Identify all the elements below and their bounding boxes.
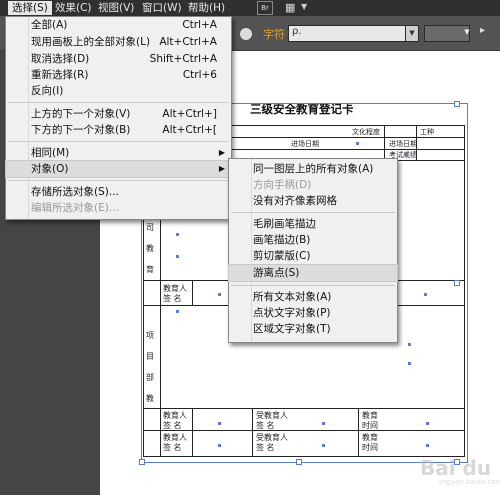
submenu-item-bristle-brush[interactable]: 毛刷画笔描边 bbox=[229, 216, 397, 232]
menu-separator bbox=[8, 180, 229, 181]
anchor-point[interactable] bbox=[322, 444, 325, 447]
menu-item-label: 相同(M) bbox=[31, 147, 70, 159]
anchor-point[interactable] bbox=[176, 233, 179, 236]
menu-separator bbox=[8, 102, 229, 103]
menu-item-label: 反向(I) bbox=[31, 85, 64, 97]
menu-effect[interactable]: 效果(C) bbox=[51, 1, 96, 15]
menu-item-label: 全部(A) bbox=[31, 19, 68, 31]
menu-item-label: 剪切蒙版(C) bbox=[253, 250, 311, 262]
menu-bar: 选择(S) 效果(C) 视图(V) 窗口(W) 帮助(H) Br ▦ ▼ bbox=[0, 0, 500, 16]
menu-item-label: 方向手柄(D) bbox=[253, 179, 312, 191]
submenu-item-brush-strokes[interactable]: 画笔描边(B) bbox=[229, 232, 397, 248]
submenu-item-direction-handles: 方向手柄(D) bbox=[229, 177, 397, 193]
anchor-point[interactable] bbox=[426, 422, 429, 425]
anchor-point[interactable] bbox=[176, 310, 179, 313]
menu-separator bbox=[8, 141, 229, 142]
selection-handle[interactable] bbox=[296, 459, 302, 465]
submenu-item-area-text[interactable]: 区域文字对象(T) bbox=[229, 321, 397, 337]
stroke-circle-icon[interactable] bbox=[240, 28, 252, 40]
submenu-item-stray-points[interactable]: 游离点(S) bbox=[228, 264, 398, 282]
menu-item-label: 没有对齐像素网格 bbox=[253, 195, 337, 207]
menu-item-object[interactable]: 对象(O) ▶ bbox=[5, 160, 232, 178]
menu-item-label: 毛刷画笔描边 bbox=[253, 218, 316, 230]
submenu-item-clipping-masks[interactable]: 剪切蒙版(C) bbox=[229, 248, 397, 264]
anchor-point[interactable] bbox=[218, 422, 221, 425]
menu-item-label: 存储所选对象(S)... bbox=[31, 186, 119, 198]
anchor-point[interactable] bbox=[426, 444, 429, 447]
menu-item-label: 现用画板上的全部对象(L) bbox=[31, 36, 151, 48]
menu-window[interactable]: 窗口(W) bbox=[138, 1, 186, 15]
chevron-right-icon: ▶ bbox=[218, 148, 225, 157]
selection-handle[interactable] bbox=[139, 459, 145, 465]
menu-item-select-all[interactable]: 全部(A) Ctrl+A bbox=[6, 17, 231, 33]
submenu-item-not-pixel-aligned[interactable]: 没有对齐像素网格 bbox=[229, 193, 397, 209]
anchor-point[interactable] bbox=[408, 362, 411, 365]
anchor-point[interactable] bbox=[218, 444, 221, 447]
menu-item-select-all-artboard[interactable]: 现用画板上的全部对象(L) Alt+Ctrl+A bbox=[6, 34, 231, 50]
anchor-point[interactable] bbox=[408, 343, 411, 346]
menu-separator bbox=[231, 285, 395, 286]
selection-handle[interactable] bbox=[454, 280, 460, 286]
menu-item-label: 同一图层上的所有对象(A) bbox=[253, 163, 374, 175]
menu-item-shortcut: Shift+Ctrl+A bbox=[149, 53, 217, 65]
menu-item-deselect[interactable]: 取消选择(D) Shift+Ctrl+A bbox=[6, 51, 231, 67]
menu-item-label: 重新选择(R) bbox=[31, 69, 89, 81]
menu-item-label: 下方的下一个对象(B) bbox=[31, 124, 131, 136]
menu-item-label: 区域文字对象(T) bbox=[253, 323, 331, 335]
menu-item-label: 所有文本对象(A) bbox=[253, 291, 332, 303]
font-family-input[interactable]: ρ. bbox=[288, 25, 418, 42]
menu-item-save-selection[interactable]: 存储所选对象(S)... bbox=[6, 184, 231, 200]
chevron-right-icon: ▶ bbox=[218, 164, 225, 173]
menu-item-next-object-below[interactable]: 下方的下一个对象(B) Alt+Ctrl+[ bbox=[6, 122, 231, 138]
menu-item-label: 取消选择(D) bbox=[31, 53, 90, 65]
anchor-point[interactable] bbox=[424, 293, 427, 296]
menu-item-edit-selection: 编辑所选对象(E)... bbox=[6, 200, 231, 216]
menu-item-shortcut: Alt+Ctrl+A bbox=[159, 36, 217, 48]
submenu-item-point-text[interactable]: 点状文字对象(P) bbox=[229, 305, 397, 321]
menu-separator bbox=[231, 212, 395, 213]
submenu-item-same-layer[interactable]: 同一图层上的所有对象(A) bbox=[229, 161, 397, 177]
menu-item-label: 游离点(S) bbox=[253, 267, 300, 279]
menu-item-shortcut: Ctrl+6 bbox=[182, 69, 217, 81]
chevron-down-icon[interactable]: ▼ bbox=[462, 25, 472, 40]
bridge-icon[interactable]: Br bbox=[257, 1, 273, 15]
submenu-item-all-text[interactable]: 所有文本对象(A) bbox=[229, 289, 397, 305]
menu-help[interactable]: 帮助(H) bbox=[184, 1, 229, 15]
select-menu: 全部(A) Ctrl+A 现用画板上的全部对象(L) Alt+Ctrl+A 取消… bbox=[5, 16, 232, 220]
menu-item-same[interactable]: 相同(M) ▶ bbox=[6, 145, 231, 161]
character-label[interactable]: 字符 bbox=[263, 26, 285, 42]
baidu-watermark: Bai du jingyan.baidu.com bbox=[398, 448, 500, 488]
workspace-grid-icon[interactable]: ▦ bbox=[285, 2, 299, 14]
menu-item-shortcut: Alt+Ctrl+] bbox=[162, 108, 217, 120]
menu-view[interactable]: 视图(V) bbox=[94, 1, 138, 15]
anchor-point[interactable] bbox=[176, 255, 179, 258]
menu-item-shortcut: Ctrl+A bbox=[182, 19, 217, 31]
watermark-subtext: jingyan.baidu.com bbox=[438, 478, 500, 486]
menu-item-label: 画笔描边(B) bbox=[253, 234, 311, 246]
menu-item-label: 对象(O) bbox=[31, 163, 69, 175]
font-dropdown-button[interactable]: ▼ bbox=[405, 25, 419, 42]
menu-item-label: 上方的下一个对象(V) bbox=[31, 108, 131, 120]
search-icon: ρ. bbox=[292, 26, 302, 37]
anchor-point[interactable] bbox=[405, 153, 408, 156]
chevron-down-icon[interactable]: ▼ bbox=[301, 2, 307, 11]
menu-item-next-object-above[interactable]: 上方的下一个对象(V) Alt+Ctrl+] bbox=[6, 106, 231, 122]
anchor-point[interactable] bbox=[322, 422, 325, 425]
anchor-point[interactable] bbox=[218, 293, 221, 296]
menu-item-shortcut: Alt+Ctrl+[ bbox=[162, 124, 217, 136]
anchor-point[interactable] bbox=[356, 142, 359, 145]
selection-handle[interactable] bbox=[454, 101, 460, 107]
object-submenu: 同一图层上的所有对象(A) 方向手柄(D) 没有对齐像素网格 毛刷画笔描边 画笔… bbox=[228, 158, 398, 343]
menu-item-label: 点状文字对象(P) bbox=[253, 307, 331, 319]
watermark-text: Bai du bbox=[420, 456, 492, 480]
menu-select[interactable]: 选择(S) bbox=[8, 1, 52, 15]
menu-item-inverse[interactable]: 反向(I) bbox=[6, 83, 231, 99]
menu-item-reselect[interactable]: 重新选择(R) Ctrl+6 bbox=[6, 67, 231, 83]
menu-item-label: 编辑所选对象(E)... bbox=[31, 202, 119, 214]
more-options-icon[interactable]: ▸ bbox=[480, 25, 485, 36]
